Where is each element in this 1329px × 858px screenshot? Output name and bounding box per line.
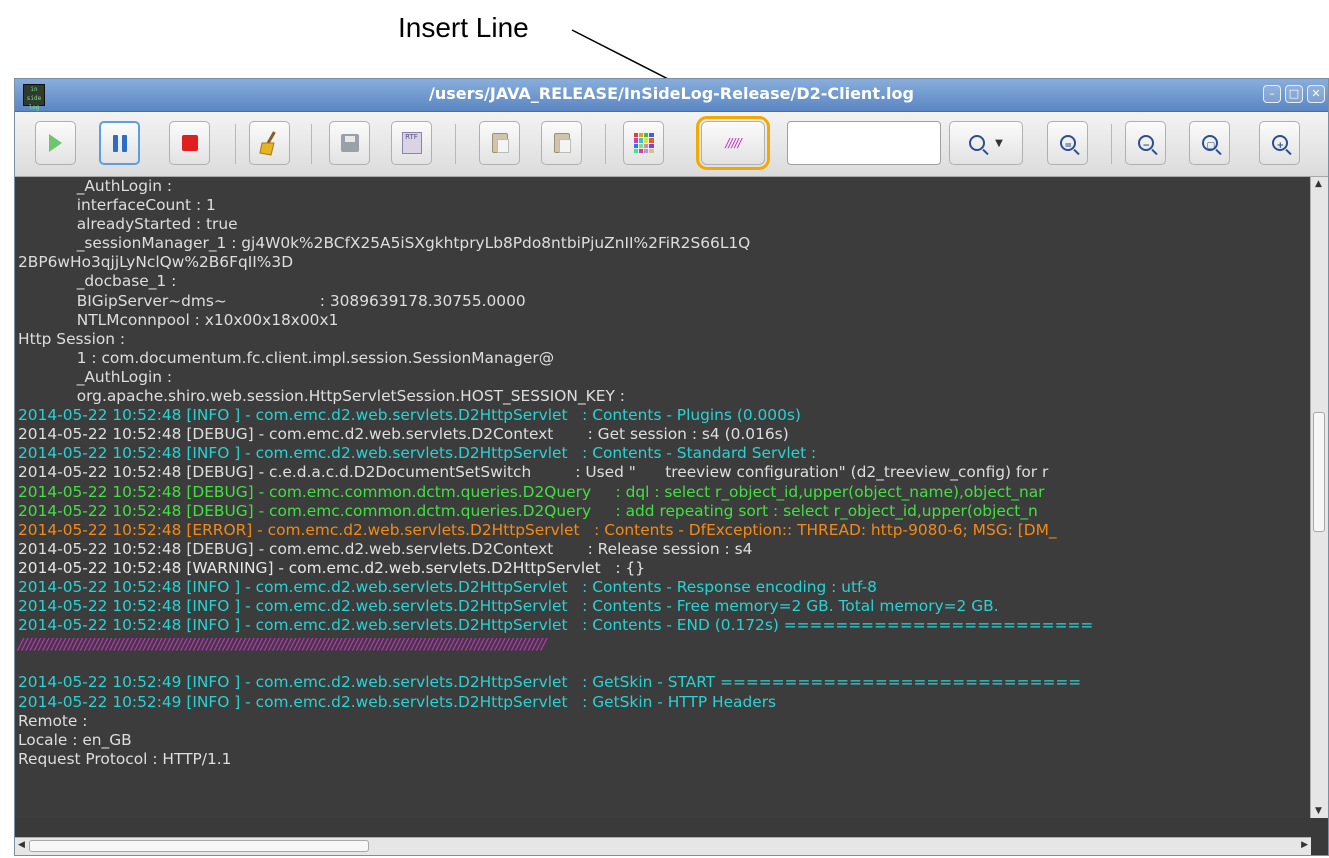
clipboard-paste-icon	[553, 133, 571, 153]
log-line: 2014-05-22 10:52:48 [DEBUG] - com.emc.co…	[18, 501, 1038, 520]
log-line: Remote :	[18, 711, 88, 730]
log-line: 2014-05-22 10:52:48 [DEBUG] - com.emc.d2…	[18, 539, 753, 558]
chevron-down-icon: ▼	[995, 137, 1003, 149]
search-icon	[969, 135, 986, 151]
pause-button[interactable]	[99, 121, 140, 165]
clipboard-icon	[491, 133, 509, 153]
maximize-icon[interactable]: □	[1285, 85, 1303, 103]
scroll-left-icon[interactable]: ◀	[18, 840, 25, 850]
horizontal-scroll-thumb[interactable]	[29, 840, 369, 852]
colors-button[interactable]	[623, 121, 664, 165]
log-line: Locale : en_GB	[18, 730, 132, 749]
close-icon[interactable]: ✕	[1307, 85, 1325, 103]
log-line: _sessionManager_1 : gj4W0k%2BCfX25A5iSXg…	[18, 234, 751, 253]
inserted-separator-line: ////////////////////////////////////////…	[18, 635, 546, 654]
insert-line-icon: /////	[725, 136, 741, 150]
pause-icon	[112, 134, 127, 152]
paste-button[interactable]	[541, 121, 582, 165]
window-title: /users/JAVA_RELEASE/InSideLog-Release/D2…	[429, 84, 914, 103]
log-line: 2014-05-22 10:52:48 [ERROR] - com.emc.d2…	[18, 520, 1057, 539]
scroll-down-icon[interactable]: ▼	[1315, 806, 1322, 816]
save-icon	[340, 134, 359, 152]
zoom-in-icon: +	[1271, 135, 1288, 151]
search-input[interactable]	[787, 121, 941, 165]
log-line: _AuthLogin :	[18, 367, 173, 386]
vertical-scroll-thumb[interactable]	[1313, 412, 1325, 532]
toolbar-separator	[605, 124, 606, 164]
find-icon: =	[1059, 135, 1076, 151]
log-line: 2014-05-22 10:52:48 [INFO ] - com.emc.d2…	[18, 597, 999, 616]
log-line: Request Protocol : HTTP/1.1	[18, 749, 232, 768]
broom-icon	[258, 131, 276, 156]
clear-button[interactable]	[249, 121, 290, 165]
toolbar: RTF ///// ▼ = − ▢ +	[15, 112, 1328, 177]
zoom-out-icon: −	[1137, 135, 1154, 151]
log-line: alreadyStarted : true	[18, 215, 238, 234]
zoom-reset-icon: ▢	[1201, 135, 1218, 151]
log-line: 2014-05-22 10:52:48 [DEBUG] - c.e.d.a.c.…	[18, 463, 1049, 482]
title-bar[interactable]: in side log /users/JAVA_RELEASE/InSideLo…	[15, 79, 1328, 112]
play-button[interactable]	[35, 121, 76, 165]
toolbar-separator	[311, 124, 312, 164]
log-line: 2014-05-22 10:52:48 [INFO ] - com.emc.d2…	[18, 616, 1094, 635]
log-line: 2014-05-22 10:52:49 [INFO ] - com.emc.d2…	[18, 673, 1082, 692]
log-line: 2014-05-22 10:52:48 [INFO ] - com.emc.d2…	[18, 577, 877, 596]
callout-label: Insert Line	[398, 12, 529, 43]
vertical-scrollbar[interactable]: ▲ ▼	[1310, 177, 1328, 818]
search-dropdown-button[interactable]: ▼	[949, 121, 1023, 165]
color-grid-icon	[633, 133, 654, 153]
toolbar-separator	[455, 124, 456, 164]
app-window: in side log /users/JAVA_RELEASE/InSideLo…	[14, 78, 1329, 856]
minimize-icon[interactable]: –	[1263, 85, 1281, 103]
log-line: 2014-05-22 10:52:48 [DEBUG] - com.emc.co…	[18, 482, 1045, 501]
log-line: 2BP6wHo3qjjLyNclQw%2B6FqII%3D	[18, 253, 294, 272]
log-line: BIGipServer~dms~ : 3089639178.30755.0000	[18, 291, 526, 310]
log-line: 2014-05-22 10:52:48 [INFO ] - com.emc.d2…	[18, 406, 801, 425]
scroll-up-icon[interactable]: ▲	[1315, 179, 1322, 189]
log-line: 2014-05-22 10:52:48 [WARNING] - com.emc.…	[18, 558, 645, 577]
play-icon	[49, 134, 62, 152]
export-rtf-button[interactable]: RTF	[391, 121, 432, 165]
zoom-reset-button[interactable]: ▢	[1189, 121, 1230, 165]
insert-line-button[interactable]: /////	[696, 116, 770, 170]
log-line: 2014-05-22 10:52:48 [DEBUG] - com.emc.d2…	[18, 425, 789, 444]
zoom-out-button[interactable]: −	[1125, 121, 1166, 165]
log-view[interactable]: _AuthLogin : interfaceCount : 1 alreadyS…	[15, 177, 1312, 818]
find-button[interactable]: =	[1047, 121, 1088, 165]
zoom-in-button[interactable]: +	[1259, 121, 1300, 165]
log-line: 2014-05-22 10:52:48 [INFO ] - com.emc.d2…	[18, 444, 817, 463]
log-line: _AuthLogin :	[18, 177, 173, 195]
log-line: NTLMconnpool : x10x00x18x00x1	[18, 310, 339, 329]
copy-button[interactable]	[479, 121, 520, 165]
log-line: 2014-05-22 10:52:49 [INFO ] - com.emc.d2…	[18, 692, 777, 711]
log-line: interfaceCount : 1	[18, 196, 216, 215]
log-line: 1 : com.documentum.fc.client.impl.sessio…	[18, 348, 555, 367]
toolbar-separator	[1111, 124, 1112, 164]
toolbar-separator	[235, 124, 236, 164]
log-line: org.apache.shiro.web.session.HttpServlet…	[18, 387, 625, 406]
stop-icon	[181, 135, 198, 151]
log-line: Http Session :	[18, 329, 126, 348]
log-line: _docbase_1 :	[18, 272, 177, 291]
rtf-icon: RTF	[401, 132, 422, 154]
stop-button[interactable]	[169, 121, 210, 165]
scroll-right-icon[interactable]: ▶	[1301, 840, 1308, 850]
horizontal-scrollbar[interactable]: ◀ ▶	[15, 837, 1311, 855]
save-button[interactable]	[329, 121, 370, 165]
